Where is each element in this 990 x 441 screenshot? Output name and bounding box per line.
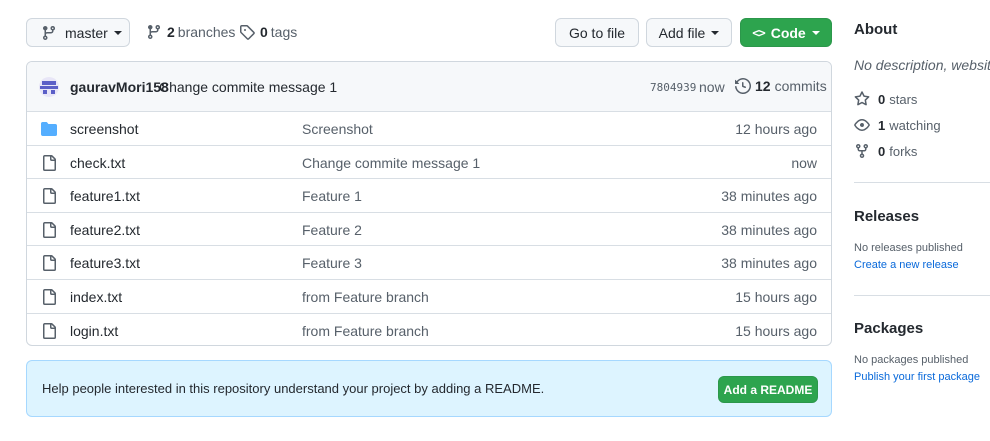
file-commit-age: 12 hours ago (735, 121, 817, 137)
stars-link[interactable]: 0 stars (854, 91, 917, 107)
publish-package-link[interactable]: Publish your first package (854, 371, 980, 383)
file-icon (41, 188, 57, 205)
star-icon (854, 91, 870, 106)
add-file-label: Add file (658, 24, 706, 41)
file-commit-message-link[interactable]: Feature 2 (302, 222, 362, 238)
file-name-link[interactable]: feature3.txt (70, 255, 140, 271)
file-browser: gauravMori158 Change commite message 1 7… (26, 61, 832, 346)
create-release-link[interactable]: Create a new release (854, 259, 959, 271)
file-row[interactable]: index.txt from Feature branch 15 hours ago (27, 279, 831, 313)
watching-link[interactable]: 1 watching (854, 117, 941, 133)
commit-sha-link[interactable]: 7804939 (650, 81, 696, 94)
file-commit-age: now (791, 154, 817, 171)
commits-label: commits (774, 78, 827, 94)
file-name-link[interactable]: check.txt (70, 155, 125, 171)
readme-prompt-text: Help people interested in this repositor… (42, 381, 545, 396)
file-commit-message-link[interactable]: from Feature branch (302, 289, 429, 305)
file-row[interactable]: feature1.txt Feature 1 38 minutes ago (27, 178, 831, 212)
stars-count: 0 (878, 91, 886, 107)
history-icon (735, 78, 751, 94)
chevron-down-icon (811, 30, 820, 35)
sidebar-divider (854, 295, 990, 296)
file-commit-age: 38 minutes ago (721, 255, 817, 272)
about-description: No description, website (854, 57, 990, 73)
stars-label: stars (889, 91, 918, 107)
commit-time: now (699, 79, 725, 95)
forks-label: forks (889, 143, 918, 159)
file-name-link[interactable]: feature1.txt (70, 188, 140, 204)
file-name-link[interactable]: login.txt (70, 323, 118, 339)
no-releases-text: No releases published (854, 242, 963, 254)
file-commit-age: 15 hours ago (735, 322, 817, 339)
code-icon: <> (752, 25, 765, 40)
commit-message-link[interactable]: Change commite message 1 (159, 79, 337, 95)
forks-link[interactable]: 0 forks (854, 143, 917, 159)
commit-author-link[interactable]: gauravMori158 (70, 79, 169, 95)
file-name-link[interactable]: index.txt (70, 289, 122, 305)
repo-sidebar: About No description, website 0 stars 1 … (854, 0, 990, 441)
git-branch-icon (42, 25, 55, 40)
file-icon (41, 221, 57, 238)
file-icon (41, 154, 57, 171)
go-to-file-button[interactable]: Go to file (555, 18, 639, 47)
file-row[interactable]: feature2.txt Feature 2 38 minutes ago (27, 211, 831, 246)
git-branch-icon (147, 25, 160, 40)
file-icon (41, 255, 57, 272)
file-commit-message-link[interactable]: from Feature branch (302, 323, 429, 339)
commits-history-link[interactable]: 12 commits (735, 78, 827, 94)
watching-count: 1 (878, 117, 886, 133)
file-name-link[interactable]: feature2.txt (70, 222, 140, 238)
file-row[interactable]: check.txt Change commite message 1 now (27, 144, 831, 179)
latest-commit-bar: gauravMori158 Change commite message 1 7… (27, 62, 831, 112)
no-packages-text: No packages published (854, 354, 969, 366)
file-commit-age: 38 minutes ago (721, 188, 817, 205)
branches-link[interactable]: 2 branches (146, 24, 235, 40)
file-commit-message-link[interactable]: Change commite message 1 (302, 155, 480, 171)
packages-heading[interactable]: Packages (854, 320, 923, 337)
chevron-down-icon (113, 30, 122, 35)
about-heading: About (854, 21, 898, 38)
readme-banner: Help people interested in this repositor… (26, 360, 832, 417)
branch-name: master (65, 24, 108, 41)
branches-label: branches (177, 24, 236, 40)
code-button[interactable]: <> Code (740, 18, 832, 47)
file-icon (41, 322, 57, 339)
tag-icon (240, 25, 255, 40)
file-commit-message-link[interactable]: Feature 1 (302, 188, 362, 204)
file-commit-message-link[interactable]: Screenshot (302, 121, 373, 137)
tags-count: 0 (260, 24, 268, 40)
file-row[interactable]: screenshot Screenshot 12 hours ago (27, 111, 831, 145)
code-label: Code (770, 24, 806, 41)
sidebar-divider (854, 182, 990, 183)
file-name-link[interactable]: screenshot (70, 121, 138, 137)
forks-count: 0 (878, 143, 886, 159)
chevron-down-icon (711, 30, 720, 35)
tags-label: tags (270, 24, 298, 40)
tags-link[interactable]: 0 tags (239, 24, 297, 40)
branches-count: 2 (167, 24, 175, 40)
eye-icon (854, 119, 870, 131)
file-commit-age: 15 hours ago (735, 289, 817, 305)
add-file-button[interactable]: Add file (646, 18, 732, 47)
branch-select-button[interactable]: master (26, 18, 130, 47)
file-commit-age: 38 minutes ago (721, 221, 817, 238)
folder-icon (41, 121, 57, 137)
avatar[interactable] (39, 77, 59, 97)
fork-icon (856, 144, 868, 159)
watching-label: watching (889, 117, 941, 133)
commits-count: 12 (755, 78, 771, 94)
releases-heading[interactable]: Releases (854, 208, 919, 225)
add-readme-button[interactable]: Add a README (718, 376, 818, 403)
file-commit-message-link[interactable]: Feature 3 (302, 255, 362, 271)
file-row[interactable]: login.txt from Feature branch 15 hours ago (27, 312, 831, 345)
file-row[interactable]: feature3.txt Feature 3 38 minutes ago (27, 245, 831, 279)
file-icon (41, 289, 57, 305)
